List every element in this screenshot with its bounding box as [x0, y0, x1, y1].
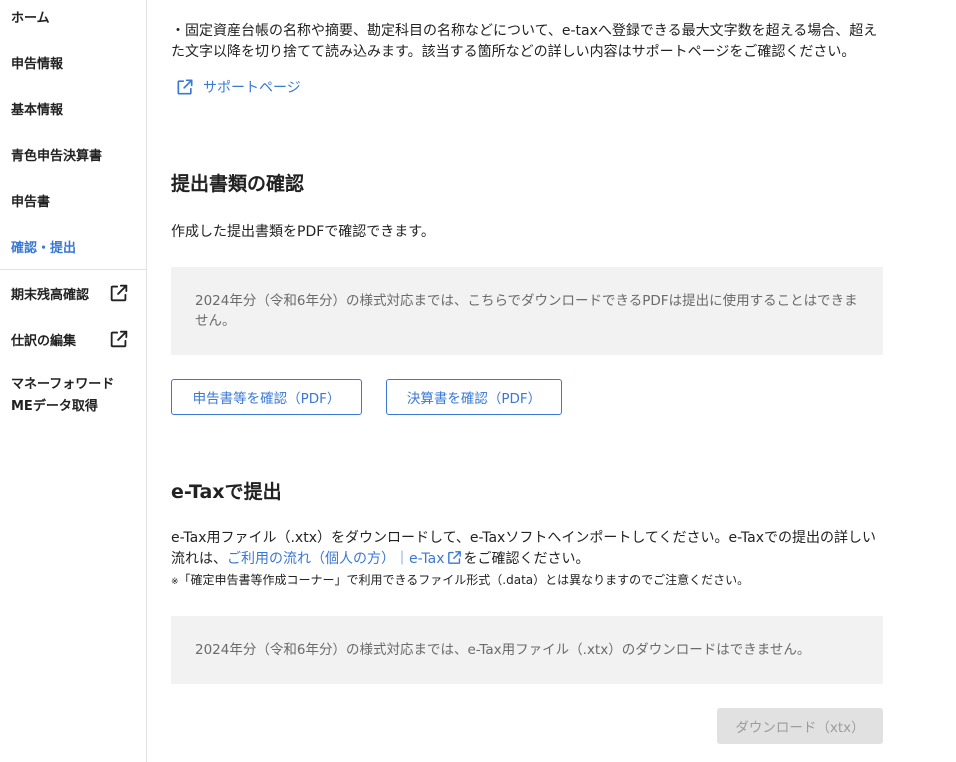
sidebar: ホーム 申告情報 基本情報 青色申告決算書 申告書 確認・提出 期末残高確認 仕…: [0, 0, 147, 762]
confirm-section-description: 作成した提出書類をPDFで確認できます。: [171, 224, 435, 240]
sidebar-item-balance-check[interactable]: 期末残高確認: [11, 284, 141, 303]
xtx-notice-box: 2024年分（令和6年分）の様式対応までは、e-Tax用ファイル（.xtx）のダ…: [171, 616, 883, 684]
etax-section-title: e-Taxで提出: [171, 481, 282, 503]
sidebar-item-blue-return[interactable]: 青色申告決算書: [11, 145, 102, 164]
data-format-note: ※「確定申告書等作成コーナー」で利用できるファイル形式（.data）とは異なりま…: [171, 571, 886, 591]
pdf-notice-box: 2024年分（令和6年分）の様式対応までは、こちらでダウンロードできるPDFは提…: [171, 267, 883, 355]
sidebar-item-confirm-submit[interactable]: 確認・提出: [11, 237, 76, 256]
sidebar-item-declaration-info[interactable]: 申告情報: [11, 53, 63, 72]
sidebar-item-basic-info[interactable]: 基本情報: [11, 99, 63, 118]
download-xtx-button[interactable]: ダウンロード（xtx）: [717, 708, 883, 744]
etax-section-description: e-Tax用ファイル（.xtx）をダウンロードして、e-Taxソフトへインポート…: [171, 528, 886, 573]
character-limit-notice: ・固定資産台帳の名称や摘要、勘定科目の名称などについて、e-taxへ登録できる最…: [171, 23, 878, 60]
external-link-icon: [446, 549, 463, 573]
sidebar-item-journal-edit[interactable]: 仕訳の編集: [11, 330, 141, 349]
sidebar-item-home[interactable]: ホーム: [11, 7, 50, 26]
sidebar-item-declaration-form[interactable]: 申告書: [11, 191, 50, 210]
sidebar-item-label-line1: マネーフォワード: [11, 377, 115, 392]
sidebar-item-mf-data[interactable]: マネーフォワード MEデータ取得: [11, 374, 131, 418]
support-page-link-label: サポートページ: [203, 80, 301, 96]
app-root: ホーム 申告情報 基本情報 青色申告決算書 申告書 確認・提出 期末残高確認 仕…: [0, 0, 956, 762]
note-text: 「確定申告書等作成コーナー」で利用できるファイル形式（.data）とは異なります…: [178, 573, 750, 587]
pdf-notice-text: 2024年分（令和6年分）の様式対応までは、こちらでダウンロードできるPDFは提…: [195, 293, 858, 329]
external-link-icon: [108, 328, 130, 350]
main-content: ・固定資産台帳の名称や摘要、勘定科目の名称などについて、e-taxへ登録できる最…: [147, 0, 956, 762]
external-link-icon: [108, 282, 130, 304]
sidebar-item-label: 仕訳の編集: [11, 334, 77, 349]
sidebar-divider: [0, 269, 146, 270]
sidebar-item-label: 期末残高確認: [11, 288, 90, 303]
etax-description-part2: をご確認ください。: [463, 551, 590, 567]
confirm-section-title: 提出書類の確認: [171, 173, 305, 195]
declaration-pdf-button[interactable]: 申告書等を確認（PDF）: [171, 379, 362, 415]
note-mark: ※: [171, 577, 179, 587]
support-page-link[interactable]: サポートページ: [175, 77, 301, 97]
sidebar-item-label-line2: MEデータ取得: [11, 399, 98, 414]
settlement-pdf-button[interactable]: 決算書を確認（PDF）: [386, 379, 562, 415]
etax-flow-link[interactable]: ご利用の流れ（個人の方）｜e-Tax: [227, 551, 463, 567]
xtx-notice-text: 2024年分（令和6年分）の様式対応までは、e-Tax用ファイル（.xtx）のダ…: [195, 642, 811, 658]
etax-flow-link-label: ご利用の流れ（個人の方）｜e-Tax: [227, 551, 445, 567]
external-link-icon: [175, 77, 195, 97]
